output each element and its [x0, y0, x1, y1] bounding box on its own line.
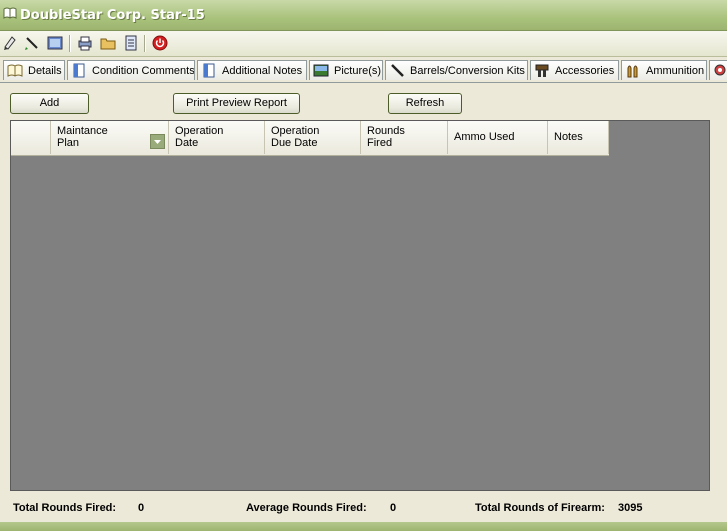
- toolbar: [0, 31, 727, 57]
- printer-icon[interactable]: [77, 35, 93, 51]
- refresh-button[interactable]: Refresh: [388, 93, 462, 114]
- book-icon: [7, 64, 23, 77]
- tab-label: Picture(s): [334, 65, 382, 77]
- filter-dropdown-button[interactable]: [150, 134, 165, 149]
- average-rounds-value: 0: [390, 502, 397, 514]
- tab-condition-comments[interactable]: Condition Comments: [67, 60, 195, 80]
- tab-details[interactable]: Details: [3, 60, 65, 80]
- total-rounds-firearm-label: Total Rounds of Firearm:: [475, 502, 605, 514]
- tab-barrels-conversion-kits[interactable]: Barrels/Conversion Kits: [385, 60, 528, 80]
- ammo-icon: [627, 65, 638, 78]
- edit-icon[interactable]: [24, 35, 40, 51]
- chevron-down-icon: [154, 140, 161, 144]
- maintenance-icon: [714, 64, 726, 76]
- tab-label: Barrels/Conversion Kits: [410, 65, 525, 77]
- maintenance-grid[interactable]: Maintance Plan Operation Date Operation …: [10, 120, 710, 491]
- report-icon[interactable]: [123, 35, 139, 51]
- document-icon: [203, 63, 215, 78]
- tab-label: Ammunition: [646, 65, 705, 77]
- grid-header: Maintance Plan Operation Date Operation …: [11, 121, 609, 156]
- tab-pictures[interactable]: Picture(s): [309, 60, 383, 80]
- total-rounds-firearm-value: 3095: [618, 502, 643, 514]
- book-icon: [3, 7, 17, 19]
- tab-maintenance[interactable]: [709, 60, 727, 80]
- document-icon: [73, 63, 85, 78]
- tab-label: Accessories: [555, 65, 615, 77]
- add-button[interactable]: Add: [10, 93, 89, 114]
- barrel-icon: [391, 64, 404, 77]
- window-title: DoubleStar Corp. Star-15: [20, 8, 205, 23]
- row-header-column: [11, 121, 51, 154]
- folder-icon[interactable]: [100, 35, 116, 51]
- column-header-operation-due-date[interactable]: Operation Due Date: [265, 121, 361, 154]
- power-icon[interactable]: [152, 35, 168, 51]
- tab-accessories[interactable]: Accessories: [530, 60, 619, 80]
- picture-icon: [313, 64, 329, 77]
- column-header-rounds-fired[interactable]: Rounds Fired: [361, 121, 448, 154]
- picture-icon[interactable]: [47, 35, 63, 51]
- average-rounds-label: Average Rounds Fired:: [246, 502, 367, 514]
- column-header-notes[interactable]: Notes: [548, 121, 609, 154]
- accessories-icon: [535, 64, 549, 77]
- tab-label: Additional Notes: [222, 65, 303, 77]
- tab-label: Details: [28, 65, 62, 77]
- tab-label: Condition Comments: [92, 65, 195, 77]
- status-bar: Total Rounds Fired: 0 Average Rounds Fir…: [0, 494, 727, 522]
- total-rounds-value: 0: [138, 502, 145, 514]
- title-bar: DoubleStar Corp. Star-15: [0, 0, 727, 31]
- column-header-operation-date[interactable]: Operation Date: [169, 121, 265, 154]
- print-preview-report-button[interactable]: Print Preview Report: [173, 93, 300, 114]
- total-rounds-label: Total Rounds Fired:: [13, 502, 117, 514]
- new-record-icon[interactable]: [2, 35, 18, 51]
- tab-strip: Details Condition Comments Additional No…: [0, 58, 727, 83]
- bottom-border: [0, 522, 727, 531]
- column-header-ammo-used[interactable]: Ammo Used: [448, 121, 548, 154]
- tab-ammunition[interactable]: Ammunition: [621, 60, 707, 80]
- tab-additional-notes[interactable]: Additional Notes: [197, 60, 307, 80]
- column-header-maintance-plan[interactable]: Maintance Plan: [51, 121, 169, 154]
